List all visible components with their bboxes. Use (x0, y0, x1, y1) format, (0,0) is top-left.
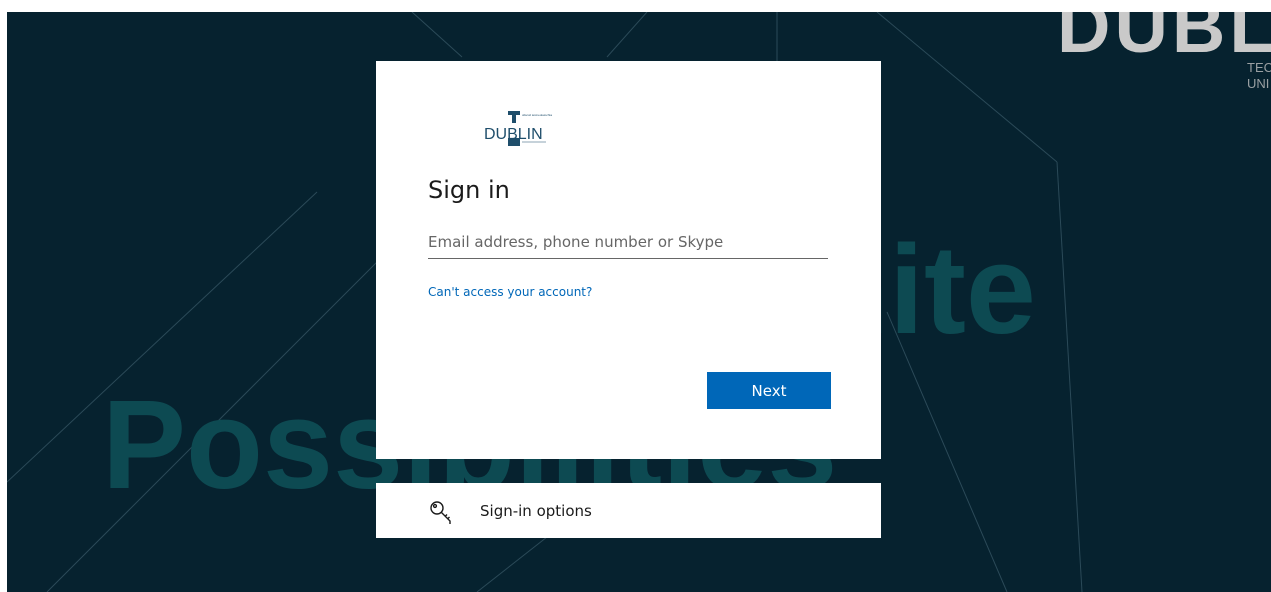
sign-in-card: ollscoil teicneolaíochta DUBLIN Sign in … (376, 61, 881, 459)
email-input[interactable] (428, 225, 828, 259)
sign-in-options-button[interactable]: Sign-in options (376, 483, 881, 538)
page-title: Sign in (428, 176, 510, 204)
next-button[interactable]: Next (707, 372, 831, 409)
brand-subtitle: TEC UNI (1247, 60, 1271, 91)
key-icon (430, 501, 451, 524)
cant-access-account-link[interactable]: Can't access your account? (428, 285, 592, 299)
sign-in-options-label: Sign-in options (480, 502, 592, 520)
brand-wordmark: DUBL (1057, 12, 1271, 68)
svg-text:ollscoil teicneolaíochta: ollscoil teicneolaíochta (522, 113, 552, 117)
tu-dublin-logo: ollscoil teicneolaíochta DUBLIN (484, 111, 552, 146)
